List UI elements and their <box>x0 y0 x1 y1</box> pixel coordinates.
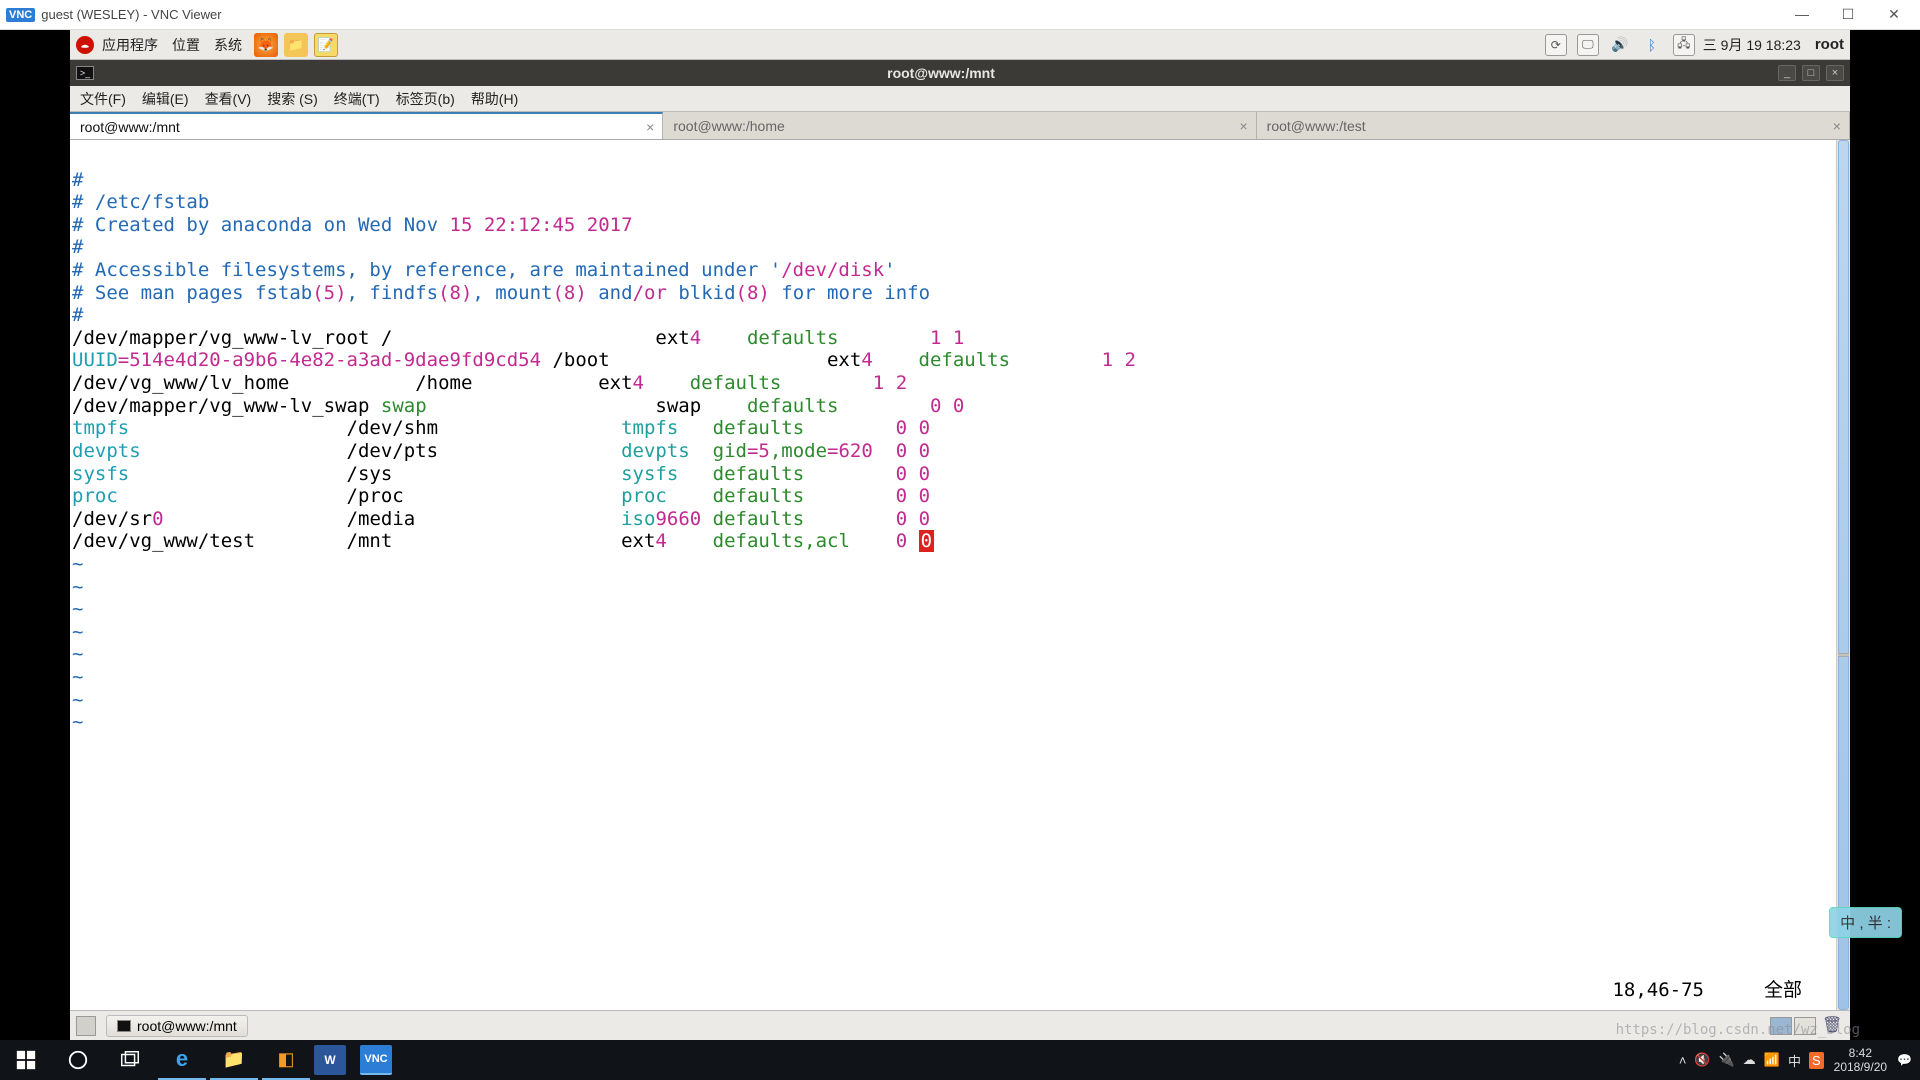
menu-file[interactable]: 文件(F) <box>80 89 126 109</box>
taskbar-clock[interactable]: 8:422018/9/20 <box>1834 1046 1887 1075</box>
ime-icon[interactable]: 中 <box>1788 1051 1801 1070</box>
term-maximize[interactable]: □ <box>1802 65 1820 81</box>
win-title: guest (WESLEY) - VNC Viewer <box>41 7 1788 22</box>
terminal-menubar: 文件(F) 编辑(E) 查看(V) 搜索 (S) 终端(T) 标签页(b) 帮助… <box>70 86 1850 112</box>
cortana-icon[interactable] <box>54 1040 102 1080</box>
notifications-icon[interactable]: 💬 <box>1897 1053 1912 1067</box>
menu-edit[interactable]: 编辑(E) <box>142 89 189 109</box>
text-editor-icon[interactable]: 📝 <box>314 33 338 57</box>
task-label: root@www:/mnt <box>137 1018 237 1034</box>
show-desktop-icon[interactable] <box>76 1016 96 1036</box>
terminal-content: # # /etc/fstab # Created by anaconda on … <box>72 146 1850 734</box>
menu-system[interactable]: 系统 <box>214 35 242 55</box>
vmware-icon[interactable]: ◧ <box>262 1040 310 1080</box>
win-maximize[interactable]: ☐ <box>1834 6 1862 23</box>
taskbar-item[interactable]: root@www:/mnt <box>106 1015 248 1037</box>
win-titlebar: VNC guest (WESLEY) - VNC Viewer — ☐ ✕ <box>0 0 1920 30</box>
terminal-icon: >_ <box>76 66 94 80</box>
tab-home[interactable]: root@www:/home × <box>663 112 1256 139</box>
remote-frame: 应用程序 位置 系统 🦊 📁 📝 ⟳ 🖵 🔊 ᛒ 🖧 三 9月 19 18:23… <box>0 30 1920 1040</box>
menu-terminal[interactable]: 终端(T) <box>334 89 380 109</box>
menu-apps[interactable]: 应用程序 <box>102 35 158 55</box>
menu-view[interactable]: 查看(V) <box>205 89 252 109</box>
terminal-title: root@www:/mnt <box>104 65 1778 81</box>
close-icon[interactable]: × <box>1239 118 1247 134</box>
tab-mnt[interactable]: root@www:/mnt × <box>70 112 663 139</box>
taskview-icon[interactable] <box>106 1040 154 1080</box>
update-icon[interactable]: ⟳ <box>1545 34 1567 56</box>
word-icon[interactable]: W <box>314 1045 346 1075</box>
explorer-icon[interactable]: 📁 <box>210 1040 258 1080</box>
sogou-icon[interactable]: S <box>1809 1052 1824 1069</box>
system-tray[interactable]: ˄ 🔇 🔌 ☁ 📶 中 S <box>1679 1051 1824 1070</box>
mute-icon[interactable]: 🔇 <box>1694 1052 1710 1068</box>
start-button[interactable] <box>2 1040 50 1080</box>
display-icon[interactable]: 🖵 <box>1577 34 1599 56</box>
vi-cursor: 0 <box>919 530 934 552</box>
bluetooth-icon[interactable]: ᛒ <box>1641 34 1663 56</box>
firefox-icon[interactable]: 🦊 <box>254 33 278 57</box>
scrollbar-thumb[interactable] <box>1838 140 1849 1010</box>
gnome-bottom-panel: root@www:/mnt 🗑 <box>70 1010 1850 1040</box>
close-icon[interactable]: × <box>646 119 654 135</box>
clock[interactable]: 三 9月 19 18:23 <box>1703 35 1801 55</box>
vnc-badge: VNC <box>6 8 35 22</box>
term-minimize[interactable]: _ <box>1778 65 1796 81</box>
tab-label: root@www:/home <box>673 118 784 134</box>
ime-indicator[interactable]: 中 , 半 : <box>1829 907 1902 938</box>
tab-label: root@www:/test <box>1267 118 1366 134</box>
terminal-body[interactable]: # # /etc/fstab # Created by anaconda on … <box>70 140 1850 1010</box>
menu-places[interactable]: 位置 <box>172 35 200 55</box>
chevron-up-icon[interactable]: ˄ <box>1679 1053 1687 1068</box>
scrollbar[interactable] <box>1836 140 1850 1010</box>
terminal-mini-icon <box>117 1020 131 1032</box>
tab-label: root@www:/mnt <box>80 119 180 135</box>
menu-tabs[interactable]: 标签页(b) <box>396 89 455 109</box>
close-icon[interactable]: × <box>1833 118 1841 134</box>
vi-status: 18,46-75全部 <box>70 979 1832 1002</box>
win-minimize[interactable]: — <box>1788 6 1816 23</box>
watermark: https://blog.csdn.net/wz_blog <box>1616 1022 1860 1038</box>
network-icon[interactable]: 🖧 <box>1673 34 1695 56</box>
win-taskbar: e 📁 ◧ W VNC ˄ 🔇 🔌 ☁ 📶 中 S 8:422018/9/20 … <box>0 1040 1920 1080</box>
volume-icon[interactable]: 🔊 <box>1609 34 1631 56</box>
terminal-titlebar: >_ root@www:/mnt _ □ × <box>70 60 1850 86</box>
gnome-top-panel: 应用程序 位置 系统 🦊 📁 📝 ⟳ 🖵 🔊 ᛒ 🖧 三 9月 19 18:23… <box>70 30 1850 60</box>
terminal-tabs: root@www:/mnt × root@www:/home × root@www:… <box>70 112 1850 140</box>
vnc-taskbar-icon[interactable]: VNC <box>360 1045 392 1075</box>
menu-help[interactable]: 帮助(H) <box>471 89 518 109</box>
scrollbar-notch <box>1838 653 1849 657</box>
menu-search[interactable]: 搜索 (S) <box>267 89 318 109</box>
file-manager-icon[interactable]: 📁 <box>284 33 308 57</box>
power-icon[interactable]: 🔌 <box>1719 1052 1735 1068</box>
term-close[interactable]: × <box>1826 65 1844 81</box>
user-label[interactable]: root <box>1815 36 1844 53</box>
edge-icon[interactable]: e <box>158 1040 206 1080</box>
win-close[interactable]: ✕ <box>1880 6 1908 23</box>
onedrive-icon[interactable]: ☁ <box>1743 1052 1756 1068</box>
tab-test[interactable]: root@www:/test × <box>1257 112 1850 139</box>
wifi-icon[interactable]: 📶 <box>1764 1052 1780 1068</box>
redhat-icon[interactable] <box>76 36 94 54</box>
